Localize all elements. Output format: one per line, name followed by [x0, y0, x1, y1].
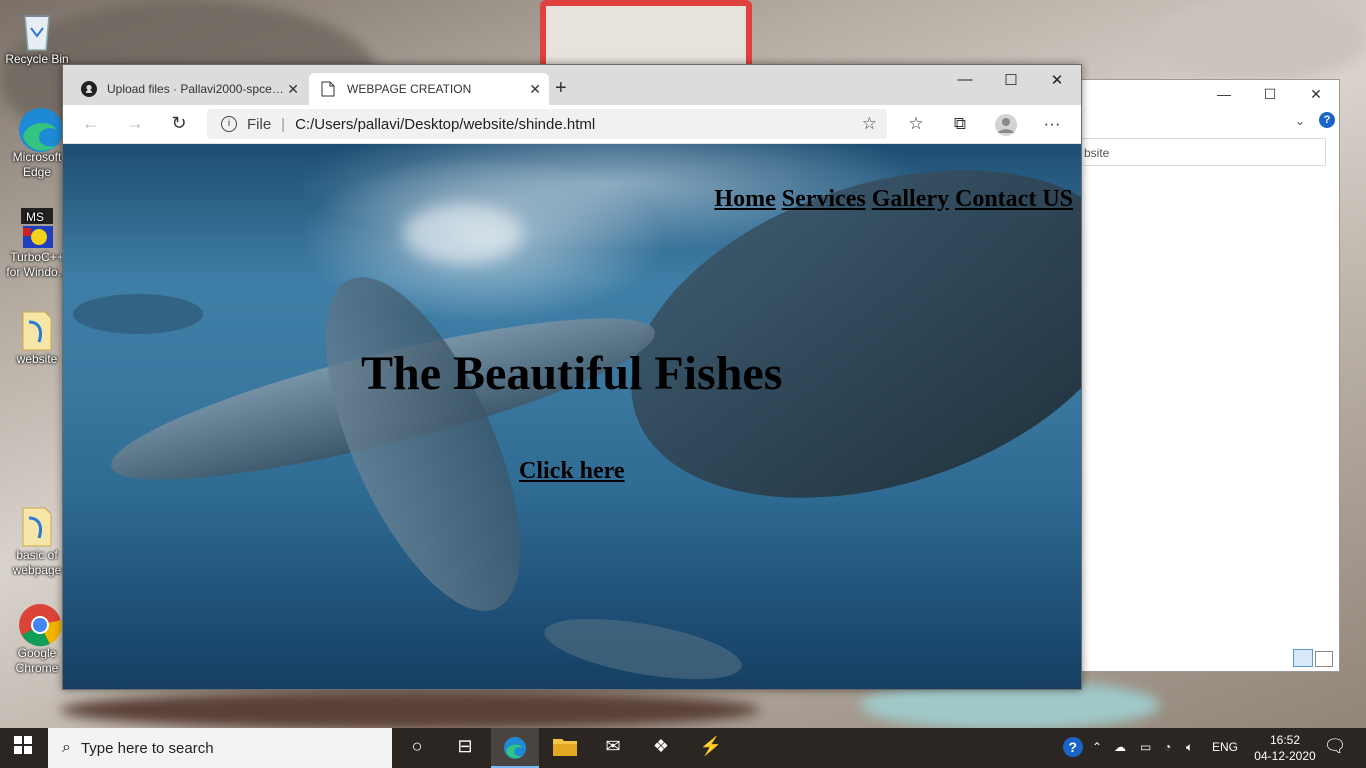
collections-icon[interactable]: ⧉ — [949, 114, 971, 134]
favorite-star-icon[interactable]: ☆ — [862, 114, 877, 134]
minimize-button[interactable]: — — [955, 71, 975, 88]
explorer-search-field[interactable]: bsite — [1080, 138, 1326, 166]
recycle-bin-icon — [17, 8, 57, 51]
address-field[interactable]: i File | C:/Users/pallavi/Desktop/websit… — [207, 109, 887, 139]
folder-icon — [17, 308, 57, 351]
explorer-address-text: bsite — [1084, 146, 1110, 160]
taskbar-edge-button[interactable] — [491, 728, 539, 768]
cortana-icon[interactable]: ○ — [404, 736, 430, 760]
tab-upload-files[interactable]: Upload files · Pallavi2000-spce/P... ✕ — [71, 73, 307, 105]
nav-link-services[interactable]: Services — [782, 186, 866, 212]
app-icon[interactable]: ⚡ — [698, 736, 724, 760]
tab-title: WEBPAGE CREATION — [347, 82, 472, 96]
dropbox-icon[interactable]: ❖ — [648, 736, 674, 760]
wifi-icon[interactable]: ◔ — [1164, 740, 1171, 754]
close-icon[interactable]: ✕ — [1308, 86, 1324, 103]
desktop-icon-label: TurboC++ for Windo... — [6, 250, 68, 279]
profile-avatar-icon[interactable] — [995, 114, 1017, 141]
close-button[interactable]: ✕ — [1047, 71, 1067, 89]
search-placeholder: Type here to search — [80, 739, 214, 757]
notification-icon[interactable]: 🗨︎ — [1322, 736, 1348, 760]
edge-icon — [17, 106, 63, 152]
close-tab-icon[interactable]: ✕ — [529, 81, 541, 98]
tab-title: Upload files · Pallavi2000-spce/P... — [107, 82, 285, 96]
search-icon: ⌕ — [62, 739, 71, 756]
nav-link-gallery[interactable]: Gallery — [872, 186, 949, 212]
clock-date: 04-12-2020 — [1254, 749, 1316, 763]
mail-icon[interactable]: ✉ — [600, 736, 626, 760]
webpage-hero: Home Services Gallery Contact US The Bea… — [63, 144, 1081, 689]
chevron-up-icon[interactable]: ⌃ — [1092, 740, 1102, 754]
desktop-icon-recycle-bin[interactable]: Recycle Bin — [2, 8, 72, 67]
windows-start-icon[interactable] — [10, 736, 36, 760]
site-nav: Home Services Gallery Contact US — [714, 186, 1073, 213]
desktop-icon-label: Recycle Bin — [5, 52, 69, 66]
page-icon — [321, 81, 335, 97]
tab-webpage-creation[interactable]: WEBPAGE CREATION ✕ — [309, 73, 549, 105]
taskbar: ⌕ Type here to search ○ ⊟ ✉ ❖ ⚡ ? ⌃ ☁ ▭ … — [0, 728, 1366, 768]
edge-icon — [503, 736, 527, 765]
maximize-icon[interactable]: ☐ — [1262, 86, 1278, 103]
info-icon: i — [221, 116, 237, 132]
help-icon[interactable]: ? — [1060, 736, 1086, 760]
language-indicator[interactable]: ENG — [1212, 740, 1238, 754]
volume-icon[interactable]: 🔈︎ — [1186, 740, 1193, 755]
clock-time: 16:52 — [1269, 733, 1301, 747]
address-bar-row: ← → ↻ i File | C:/Users/pallavi/Desktop/… — [63, 105, 1081, 144]
svg-text:?: ? — [1069, 739, 1078, 755]
favorites-icon[interactable]: ☆ — [905, 114, 927, 134]
tab-bar: Upload files · Pallavi2000-spce/P... ✕ W… — [63, 65, 1081, 105]
nav-link-home[interactable]: Home — [714, 186, 775, 212]
file-explorer-icon[interactable] — [552, 736, 578, 760]
desktop-icon-label: website — [16, 352, 58, 366]
task-view-icon[interactable]: ⊟ — [452, 736, 478, 760]
explorer-window[interactable]: — ☐ ✕ ⌄ ? bsite — [1080, 79, 1340, 672]
refresh-icon[interactable]: ↻ — [167, 113, 191, 134]
turboc-icon: MS — [17, 206, 57, 248]
clock[interactable]: 16:52 04-12-2020 — [1252, 732, 1318, 764]
url-text: C:/Users/pallavi/Desktop/website/shinde.… — [295, 115, 596, 133]
help-icon[interactable]: ? — [1319, 112, 1335, 128]
click-here-link[interactable]: Click here — [519, 458, 625, 485]
svg-text:MS: MS — [26, 210, 44, 224]
details-view-icon[interactable] — [1293, 649, 1313, 667]
github-icon — [81, 81, 97, 97]
desktop-icon-label: Google Chrome — [15, 646, 59, 675]
maximize-button[interactable]: ☐ — [1001, 71, 1021, 89]
folder-icon — [17, 504, 57, 547]
battery-icon: ▭ — [1140, 740, 1152, 754]
back-arrow-icon[interactable]: ← — [79, 113, 103, 134]
desktop-icon-label: Microsoft Edge — [12, 150, 62, 179]
browser-window[interactable]: Upload files · Pallavi2000-spce/P... ✕ W… — [62, 64, 1082, 690]
page-title: The Beautiful Fishes — [361, 347, 783, 400]
divider: | — [281, 115, 286, 133]
close-tab-icon[interactable]: ✕ — [287, 81, 299, 98]
nav-link-contact[interactable]: Contact US — [955, 186, 1073, 212]
chrome-icon — [17, 602, 62, 647]
explorer-titlebar: — ☐ ✕ — [1080, 80, 1339, 108]
large-icons-view-icon[interactable] — [1315, 651, 1333, 667]
onedrive-icon[interactable]: ☁ — [1114, 740, 1126, 754]
forward-arrow-icon[interactable]: → — [123, 113, 147, 134]
more-options-icon[interactable]: ··· — [1041, 114, 1063, 134]
chevron-down-icon[interactable]: ⌄ — [1295, 114, 1305, 128]
new-tab-button[interactable]: + — [555, 77, 567, 100]
scheme-label: File — [247, 115, 272, 133]
taskbar-search-box[interactable]: ⌕ Type here to search — [48, 728, 392, 768]
desktop-icon-label: basic of webpage — [12, 548, 62, 577]
minimize-icon[interactable]: — — [1216, 86, 1232, 102]
